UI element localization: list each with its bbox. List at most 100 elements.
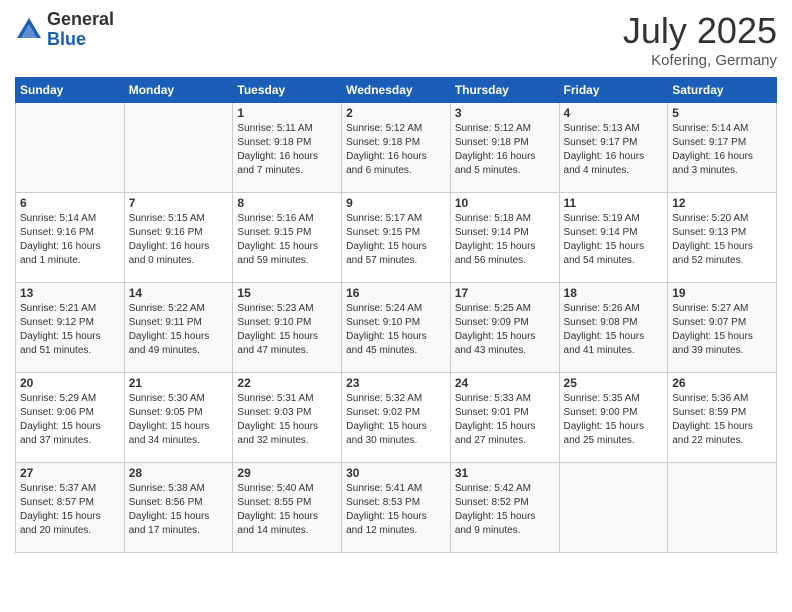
calendar-cell: 27Sunrise: 5:37 AMSunset: 8:57 PMDayligh… [16,463,125,553]
calendar-cell: 9Sunrise: 5:17 AMSunset: 9:15 PMDaylight… [342,193,451,283]
cell-content: Daylight: 15 hours [129,330,229,344]
cell-content: Sunrise: 5:27 AM [672,302,772,316]
calendar-cell: 28 Sunrise: 5:38 AMSunset: 8:56 PMDayligh… [124,463,233,553]
cell-content: Sunset: 9:18 PM [237,136,337,150]
cell-content: Sunset: 9:12 PM [20,316,120,330]
cell-content: Sunset: 8:57 PM [20,496,120,510]
day-number: 29 [237,466,337,480]
cell-content: and 43 minutes. [455,344,555,358]
calendar-week-row: 20Sunrise: 5:29 AMSunset: 9:06 PMDayligh… [16,373,777,463]
calendar-cell: 12Sunrise: 5:20 AMSunset: 9:13 PMDayligh… [668,193,777,283]
day-number: 21 [129,376,229,390]
cell-content: Daylight: 15 hours [672,330,772,344]
cell-content: Sunrise: 5:22 AM [129,302,229,316]
cell-content: Sunrise: 5:14 AM [20,212,120,226]
weekday-header-monday: Monday [124,78,233,103]
day-number: 28 [129,466,229,480]
day-number: 31 [455,466,555,480]
calendar-cell: 21Sunrise: 5:30 AMSunset: 9:05 PMDayligh… [124,373,233,463]
cell-content: Daylight: 15 hours [346,240,446,254]
cell-content: and 9 minutes. [455,524,555,538]
cell-content: Sunrise: 5:16 AM [237,212,337,226]
cell-content: Sunset: 8:52 PM [455,496,555,510]
cell-content: Daylight: 15 hours [564,240,664,254]
day-number: 25 [564,376,664,390]
weekday-header-thursday: Thursday [450,78,559,103]
cell-content: and 6 minutes. [346,164,446,178]
calendar-cell: 5Sunrise: 5:14 AMSunset: 9:17 PMDaylight… [668,103,777,193]
cell-content: Daylight: 15 hours [564,420,664,434]
cell-content: and 59 minutes. [237,254,337,268]
cell-content: and 37 minutes. [20,434,120,448]
cell-content: Sunset: 9:18 PM [455,136,555,150]
calendar-cell: 22Sunrise: 5:31 AMSunset: 9:03 PMDayligh… [233,373,342,463]
cell-content: Sunrise: 5:40 AM [237,482,337,496]
cell-content: Sunset: 8:56 PM [129,496,229,510]
calendar-cell: 8Sunrise: 5:16 AMSunset: 9:15 PMDaylight… [233,193,342,283]
day-number: 5 [672,106,772,120]
cell-content: Sunset: 9:10 PM [346,316,446,330]
weekday-header-saturday: Saturday [668,78,777,103]
calendar-week-row: 13Sunrise: 5:21 AMSunset: 9:12 PMDayligh… [16,283,777,373]
day-number: 16 [346,286,446,300]
cell-content: Sunset: 9:16 PM [20,226,120,240]
cell-content: and 7 minutes. [237,164,337,178]
cell-content: and 41 minutes. [564,344,664,358]
cell-content: Sunrise: 5:11 AM [237,122,337,136]
cell-content: and 34 minutes. [129,434,229,448]
cell-content: Sunrise: 5:24 AM [346,302,446,316]
cell-content: Sunset: 9:15 PM [237,226,337,240]
calendar-cell: 26Sunrise: 5:36 AMSunset: 8:59 PMDayligh… [668,373,777,463]
calendar-cell: 6Sunrise: 5:14 AMSunset: 9:16 PMDaylight… [16,193,125,283]
cell-content: Daylight: 15 hours [672,240,772,254]
cell-content: Daylight: 15 hours [129,510,229,524]
cell-content: Daylight: 15 hours [20,420,120,434]
calendar-cell: 15Sunrise: 5:23 AMSunset: 9:10 PMDayligh… [233,283,342,373]
cell-content: Daylight: 15 hours [20,330,120,344]
calendar-week-row: 27Sunrise: 5:37 AMSunset: 8:57 PMDayligh… [16,463,777,553]
day-number: 9 [346,196,446,210]
day-number: 24 [455,376,555,390]
cell-content: Daylight: 15 hours [129,420,229,434]
cell-content: Sunrise: 5:36 AM [672,392,772,406]
cell-content: Sunrise: 5:38 AM [129,482,229,496]
cell-content: and 1 minute. [20,254,120,268]
day-number: 10 [455,196,555,210]
cell-content: Daylight: 15 hours [346,510,446,524]
calendar-cell [559,463,668,553]
day-number: 30 [346,466,446,480]
cell-content: Sunrise: 5:42 AM [455,482,555,496]
calendar-cell [124,103,233,193]
cell-content: Daylight: 15 hours [455,330,555,344]
weekday-header-row: SundayMondayTuesdayWednesdayThursdayFrid… [16,78,777,103]
cell-content: Sunset: 9:00 PM [564,406,664,420]
cell-content: and 32 minutes. [237,434,337,448]
cell-content: Sunset: 9:11 PM [129,316,229,330]
cell-content: Daylight: 15 hours [455,420,555,434]
cell-content: Sunset: 9:14 PM [455,226,555,240]
title-block: July 2025 Kofering, Germany [623,10,777,69]
cell-content: Sunrise: 5:12 AM [455,122,555,136]
cell-content: Sunrise: 5:14 AM [672,122,772,136]
day-number: 8 [237,196,337,210]
calendar-cell: 17Sunrise: 5:25 AMSunset: 9:09 PMDayligh… [450,283,559,373]
cell-content: Sunset: 9:08 PM [564,316,664,330]
cell-content: and 54 minutes. [564,254,664,268]
logo-icon [15,16,43,44]
day-number: 3 [455,106,555,120]
cell-content: Sunset: 9:10 PM [237,316,337,330]
cell-content: and 5 minutes. [455,164,555,178]
cell-content: Daylight: 15 hours [20,510,120,524]
cell-content: Sunset: 9:06 PM [20,406,120,420]
day-number: 12 [672,196,772,210]
cell-content: Daylight: 15 hours [564,330,664,344]
calendar-cell: 14Sunrise: 5:22 AMSunset: 9:11 PMDayligh… [124,283,233,373]
cell-content: Sunrise: 5:13 AM [564,122,664,136]
cell-content: and 56 minutes. [455,254,555,268]
calendar-cell: 29Sunrise: 5:40 AMSunset: 8:55 PMDayligh… [233,463,342,553]
cell-content: and 4 minutes. [564,164,664,178]
cell-content: Daylight: 16 hours [455,150,555,164]
cell-content: Daylight: 15 hours [455,510,555,524]
cell-content: Sunset: 9:03 PM [237,406,337,420]
calendar-cell: 1Sunrise: 5:11 AMSunset: 9:18 PMDaylight… [233,103,342,193]
